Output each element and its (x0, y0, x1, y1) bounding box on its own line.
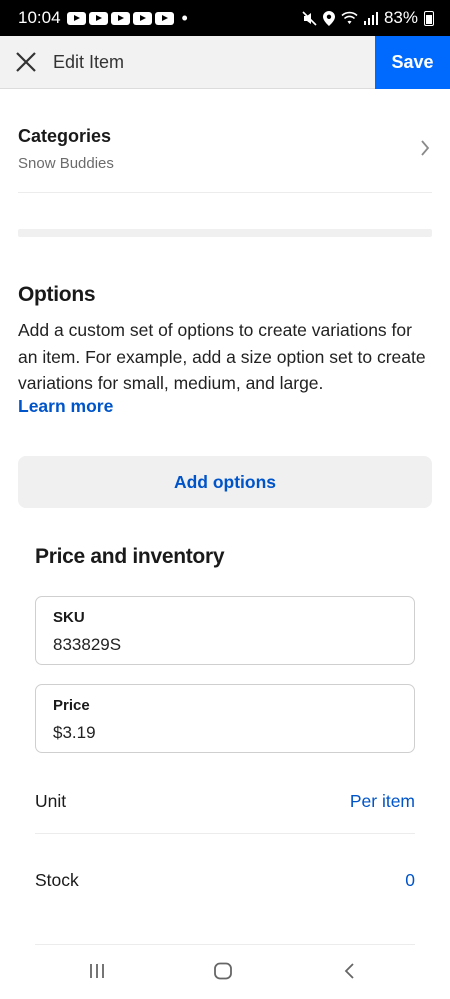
wifi-icon (341, 11, 358, 24)
price-value[interactable]: $3.19 (53, 723, 96, 743)
stock-row[interactable]: Stock 0 (35, 848, 415, 912)
learn-more-link[interactable]: Learn more (18, 396, 113, 417)
categories-title: Categories (18, 126, 112, 146)
signal-icon (363, 12, 378, 25)
status-bar: 10:04 • 83% (0, 0, 450, 36)
mute-icon (302, 10, 317, 26)
categories-row[interactable]: Categories Snow Buddies (18, 118, 432, 193)
chevron-right-icon (421, 140, 430, 156)
section-divider (18, 229, 432, 237)
youtube-icon (154, 11, 174, 25)
app-header: Edit Item Save (0, 36, 450, 89)
close-button[interactable] (0, 36, 52, 89)
stock-value[interactable]: 0 (405, 870, 415, 891)
navigation-bar (0, 950, 450, 999)
sku-field[interactable]: SKU 833829S (35, 596, 415, 665)
youtube-icon (66, 11, 86, 25)
battery-percent: 83% (383, 8, 418, 27)
location-icon (322, 10, 335, 26)
close-icon (16, 52, 36, 72)
unit-label: Unit (35, 791, 67, 811)
page-title: Edit Item (53, 51, 125, 72)
recent-apps-icon[interactable] (88, 962, 106, 980)
bottom-divider (35, 944, 415, 945)
home-icon[interactable] (213, 962, 233, 980)
save-button[interactable]: Save (375, 36, 450, 89)
price-inventory-title: Price and inventory (35, 545, 225, 568)
unit-value[interactable]: Per item (350, 791, 415, 812)
youtube-icon (132, 11, 152, 25)
sku-label: SKU (53, 609, 85, 626)
categories-value: Snow Buddies (18, 155, 114, 172)
back-icon[interactable] (342, 962, 356, 980)
status-time: 10:04 (18, 8, 61, 27)
youtube-icon (88, 11, 108, 25)
sku-value[interactable]: 833829S (53, 635, 121, 655)
options-description: Add a custom set of options to create va… (18, 320, 426, 393)
status-right: 83% (302, 8, 434, 28)
unit-row[interactable]: Unit Per item (35, 770, 415, 834)
battery-icon (424, 10, 434, 26)
add-options-button[interactable]: Add options (18, 456, 432, 508)
price-label: Price (53, 697, 90, 714)
youtube-icon (110, 11, 130, 25)
notification-icons (66, 11, 174, 25)
price-field[interactable]: Price $3.19 (35, 684, 415, 753)
stock-label: Stock (35, 869, 79, 890)
options-title: Options (18, 283, 96, 306)
status-dot: • (181, 8, 188, 28)
